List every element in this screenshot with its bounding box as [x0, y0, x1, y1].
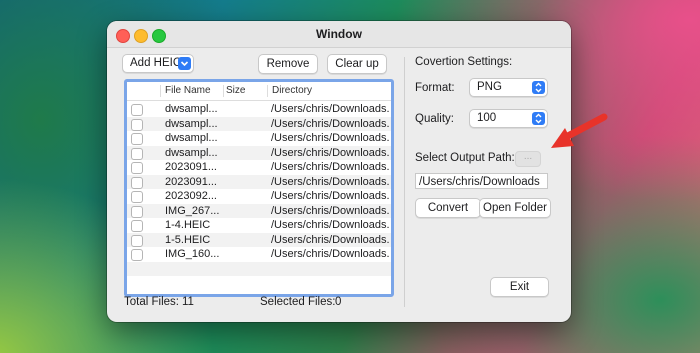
annotation-arrow-icon: [551, 113, 608, 148]
